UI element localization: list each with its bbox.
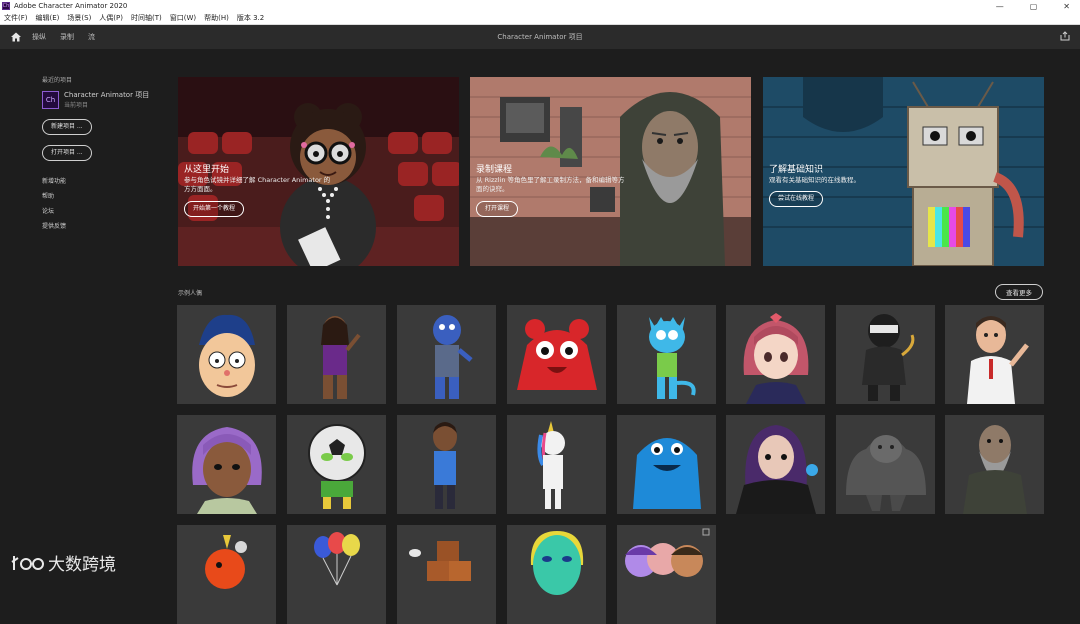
menu-bar: 文件(F) 编辑(E) 场景(S) 人偶(P) 时间轴(T) 窗口(W) 帮助(…: [0, 12, 1080, 25]
puppet-card[interactable]: [287, 305, 386, 404]
puppet-card[interactable]: [617, 525, 716, 624]
puppet-card[interactable]: [617, 305, 716, 404]
puppet-card[interactable]: [507, 415, 606, 514]
see-more-button[interactable]: 查看更多: [995, 284, 1043, 300]
banner-basics-desc: 观看有关基础知识的在线教程。: [769, 176, 860, 184]
tab-rig[interactable]: 操纵: [32, 32, 46, 42]
puppet-card[interactable]: [397, 305, 496, 404]
banner-get-started-desc: 参与角色试镜并详细了解 Character Animator 的方方面面。: [184, 176, 331, 193]
puppet-card[interactable]: [507, 305, 606, 404]
puppet-thumbnail: [963, 425, 1027, 514]
puppet-card[interactable]: [945, 305, 1044, 404]
home-icon[interactable]: [10, 31, 22, 43]
puppet-thumbnail: [649, 317, 696, 399]
puppet-card[interactable]: [617, 415, 716, 514]
menu-version[interactable]: 版本 3.2: [237, 13, 264, 23]
menu-edit[interactable]: 编辑(E): [36, 13, 60, 23]
link-help[interactable]: 帮助: [42, 191, 162, 200]
banner-get-started-title: 从这里开始: [184, 165, 230, 175]
menu-puppet[interactable]: 人偶(P): [99, 13, 123, 23]
puppet-thumbnail: [517, 319, 597, 390]
link-forum[interactable]: 论坛: [42, 206, 162, 215]
puppet-card[interactable]: [287, 415, 386, 514]
puppet-card[interactable]: [726, 415, 825, 514]
banner-record-course-desc: 从 Rizzlin 等角色里了解工录制方法，备和编辑等方面的诀窍。: [476, 176, 625, 193]
new-project-button[interactable]: 新建项目 ...: [42, 119, 92, 135]
banner-record-course[interactable]: 录制课程 从 Rizzlin 等角色里了解工录制方法，备和编辑等方面的诀窍。 打…: [470, 77, 751, 266]
puppet-card[interactable]: [945, 415, 1044, 514]
puppet-card[interactable]: [177, 525, 276, 624]
close-icon[interactable]: ✕: [1063, 2, 1070, 11]
title-bar: Ch Adobe Character Animator 2020 — ▢ ✕: [0, 0, 1080, 12]
puppet-thumbnail: [846, 435, 926, 511]
window-title: Adobe Character Animator 2020: [14, 2, 128, 10]
puppet-card[interactable]: [177, 305, 276, 404]
puppet-thumbnail: [736, 425, 818, 514]
menu-scene[interactable]: 场景(S): [67, 13, 91, 23]
tab-record[interactable]: 录制: [60, 32, 74, 42]
banner-basics-title: 了解基础知识: [769, 165, 824, 175]
puppet-thumbnail: [625, 528, 710, 577]
maximize-icon[interactable]: ▢: [1030, 2, 1038, 11]
watermark-logo-icon: [11, 555, 44, 570]
minimize-icon[interactable]: —: [996, 2, 1004, 11]
puppet-thumbnail: [192, 427, 262, 514]
watermark-text: 大数跨境: [48, 555, 116, 575]
puppet-card[interactable]: [397, 525, 496, 624]
puppet-thumbnail: [537, 421, 565, 509]
menu-window[interactable]: 窗口(W): [170, 13, 196, 23]
banner-get-started[interactable]: 从这里开始 参与角色试镜并详细了解 Character Animator 的方方…: [178, 77, 459, 266]
puppet-thumbnail: [967, 316, 1029, 404]
home-sidebar: 最近的项目 Ch Character Animator 项目 当前项目 新建项目…: [42, 75, 162, 236]
recent-project-name: Character Animator 项目: [64, 91, 150, 99]
recent-project-sub: 当前项目: [64, 102, 89, 109]
puppet-thumbnail: [530, 531, 584, 595]
puppet-card[interactable]: [397, 415, 496, 514]
puppet-card[interactable]: [177, 415, 276, 514]
puppet-thumbnail: [633, 438, 701, 509]
puppet-thumbnail: [409, 541, 471, 581]
link-whats-new[interactable]: 新增功能: [42, 176, 162, 185]
recent-project-item[interactable]: Ch Character Animator 项目 当前项目: [42, 90, 162, 109]
puppet-thumbnail: [862, 314, 915, 401]
banner-record-course-title: 录制课程: [476, 165, 513, 175]
puppet-thumbnail: [321, 316, 361, 399]
puppet-thumbnail: [743, 313, 809, 404]
workspace-bar: Character Animator 项目 操纵 录制 流: [0, 25, 1080, 49]
app-logo-icon: Ch: [2, 2, 10, 10]
puppet-card[interactable]: [836, 415, 935, 514]
menu-file[interactable]: 文件(F): [4, 13, 28, 23]
watermark: 大数跨境: [10, 550, 116, 575]
open-course-button[interactable]: 打开课程: [476, 201, 519, 217]
link-feedback[interactable]: 提供反馈: [42, 221, 162, 230]
example-puppets-label: 示例人偶: [178, 290, 203, 297]
tab-stream[interactable]: 流: [88, 32, 95, 42]
puppet-card[interactable]: [836, 305, 935, 404]
banner-basics[interactable]: 了解基础知识 观看有关基础知识的在线教程。 尝试在线教程: [763, 77, 1044, 266]
puppet-card[interactable]: [287, 525, 386, 624]
recent-projects-label: 最近的项目: [42, 77, 73, 84]
puppet-thumbnail: [199, 314, 255, 397]
start-first-tutorial-button[interactable]: 开始第一个教程: [184, 201, 245, 217]
window-controls: — ▢ ✕: [996, 0, 1070, 12]
puppet-thumbnail: [433, 315, 473, 399]
share-icon[interactable]: [1060, 31, 1070, 41]
banner-record-course-illustration: [470, 77, 751, 266]
character-animator-file-icon: Ch: [42, 90, 59, 109]
puppet-card[interactable]: [726, 305, 825, 404]
puppet-thumbnail: [433, 422, 457, 509]
project-title: Character Animator 项目: [497, 33, 583, 41]
menu-help[interactable]: 帮助(H): [204, 13, 229, 23]
try-online-tutorial-button[interactable]: 尝试在线教程: [769, 191, 824, 207]
puppet-thumbnail: [314, 532, 360, 586]
menu-timeline[interactable]: 时间轴(T): [131, 13, 162, 23]
open-project-button[interactable]: 打开项目 ...: [42, 145, 92, 161]
puppet-thumbnail: [205, 535, 247, 589]
puppet-card[interactable]: [507, 525, 606, 624]
puppet-thumbnail: [308, 424, 366, 509]
